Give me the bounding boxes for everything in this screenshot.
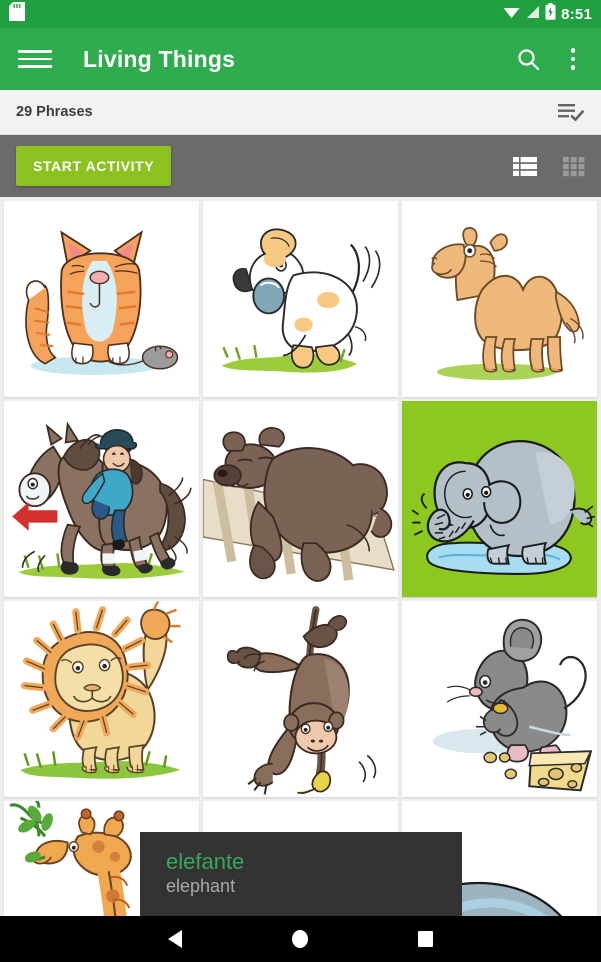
hamburger-menu-icon[interactable]	[18, 42, 52, 76]
app-root: 8:51 Living Things 29 Phrases START ACTI…	[0, 0, 601, 962]
search-icon[interactable]	[516, 47, 541, 72]
status-bar: 8:51	[0, 0, 601, 28]
start-activity-button[interactable]: START ACTIVITY	[16, 146, 172, 186]
translation-popup: elefante elephant	[140, 832, 462, 918]
view-toggle-group	[513, 156, 585, 177]
grid-view-icon[interactable]	[563, 156, 585, 177]
subheader-actions	[557, 100, 585, 124]
overflow-menu-icon[interactable]	[563, 44, 584, 74]
status-bar-left	[9, 2, 25, 26]
phrase-count-label: 29 Phrases	[16, 104, 93, 120]
sd-card-icon	[9, 2, 25, 26]
phrase-card-elephant[interactable]	[402, 401, 597, 597]
phrase-card-horse[interactable]	[4, 401, 199, 597]
phrase-card-lion[interactable]	[4, 601, 199, 797]
wifi-icon	[503, 5, 520, 24]
app-bar-actions	[516, 44, 584, 74]
nav-back-icon[interactable]	[168, 930, 182, 948]
translation-secondary-text: elephant	[166, 876, 236, 897]
cellular-signal-icon	[525, 5, 540, 24]
activity-action-bar: START ACTIVITY	[0, 135, 601, 197]
phrase-card-cat[interactable]	[4, 201, 199, 397]
phrase-card-monkey[interactable]	[203, 601, 398, 797]
phrase-count-bar: 29 Phrases	[0, 90, 601, 135]
translation-primary-text: elefante	[166, 849, 245, 874]
phrase-card-bear[interactable]	[203, 401, 398, 597]
phrase-card-mouse[interactable]	[402, 601, 597, 797]
status-bar-clock: 8:51	[561, 5, 592, 23]
android-nav-bar	[0, 916, 601, 962]
app-bar: Living Things	[0, 28, 601, 90]
nav-home-icon[interactable]	[292, 930, 308, 948]
battery-charging-icon	[545, 3, 556, 25]
list-view-icon[interactable]	[513, 156, 537, 177]
nav-recents-icon[interactable]	[418, 931, 433, 947]
phrase-card-dog[interactable]	[203, 201, 398, 397]
playlist-add-check-icon[interactable]	[557, 100, 585, 124]
phrase-card-camel[interactable]	[402, 201, 597, 397]
page-title: Living Things	[83, 45, 236, 72]
status-bar-right: 8:51	[503, 3, 592, 25]
